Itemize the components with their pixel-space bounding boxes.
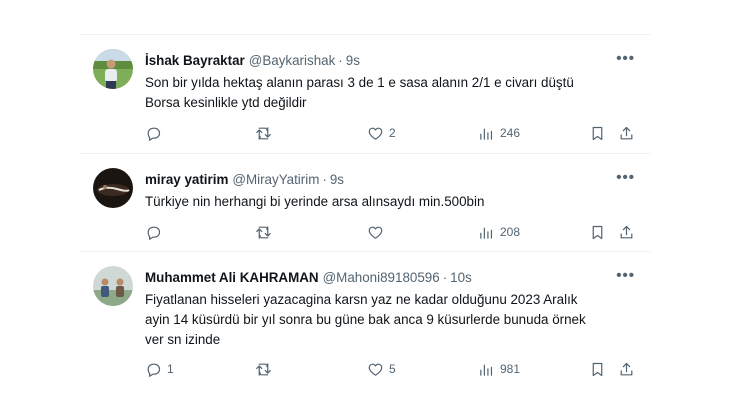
tweet-text-line: Türkiye nin herhangi bi yerinde arsa alı… — [145, 194, 485, 209]
bookmark-icon — [592, 126, 603, 140]
tweet-actions: 1 5 981 — [145, 359, 639, 379]
like-icon — [368, 363, 383, 376]
tweet-text: Fiyatlanan hisseleri yazacagina karsn ya… — [145, 290, 639, 350]
separator-dot: · — [322, 172, 327, 187]
tweet-text-line: ver sn izinde — [145, 332, 221, 347]
bookmark-button[interactable] — [589, 123, 606, 143]
tweet-text: Son bir yılda hektaş alanın parası 3 de … — [145, 73, 639, 113]
share-button[interactable] — [618, 123, 635, 143]
more-icon[interactable]: ••• — [616, 169, 635, 186]
reply-icon — [147, 363, 161, 377]
views-button[interactable]: 208 — [478, 222, 520, 242]
author-handle[interactable]: @Mahoni89180596 — [323, 269, 440, 287]
avatar[interactable] — [93, 168, 133, 208]
tweet[interactable]: İshak Bayraktar @Baykarishak · 9s ••• So… — [80, 34, 651, 154]
bookmark-icon — [592, 225, 603, 239]
views-icon — [480, 364, 493, 376]
separator-dot: · — [338, 53, 343, 68]
tweet-actions: 2 246 — [145, 123, 639, 143]
avatar[interactable] — [93, 266, 133, 306]
reply-icon — [147, 226, 161, 240]
author-name[interactable]: Muhammet Ali KAHRAMAN — [145, 269, 319, 287]
tweet[interactable]: Muhammet Ali KAHRAMAN @Mahoni89180596 · … — [80, 252, 651, 390]
retweet-button[interactable] — [255, 359, 277, 379]
retweet-button[interactable] — [255, 123, 277, 143]
view-count: 208 — [500, 225, 521, 239]
more-icon[interactable]: ••• — [616, 267, 635, 284]
like-button[interactable] — [367, 222, 389, 242]
bookmark-button[interactable] — [589, 222, 606, 242]
tweet-text-line: Fiyatlanan hisseleri yazacagina karsn ya… — [145, 292, 578, 307]
retweet-icon — [256, 225, 271, 239]
tweet-feed: İshak Bayraktar @Baykarishak · 9s ••• So… — [80, 34, 651, 390]
like-button[interactable]: 5 — [367, 359, 396, 379]
author-handle[interactable]: @MirayYatirim — [232, 171, 319, 189]
bookmark-button[interactable] — [589, 359, 606, 379]
share-button[interactable] — [618, 222, 635, 242]
author-name[interactable]: miray yatirim — [145, 171, 228, 189]
more-icon[interactable]: ••• — [616, 50, 635, 67]
tweet-text-line: Son bir yılda hektaş alanın parası 3 de … — [145, 75, 574, 90]
like-button[interactable]: 2 — [367, 123, 396, 143]
like-icon — [368, 226, 383, 239]
tweet-text-line: Borsa kesinlikle ytd değildir — [145, 95, 307, 110]
author-handle[interactable]: @Baykarishak — [249, 52, 336, 70]
views-icon — [480, 128, 493, 140]
like-count: 5 — [389, 362, 396, 376]
tweet-header: Muhammet Ali KAHRAMAN @Mahoni89180596 · … — [145, 269, 639, 287]
retweet-button[interactable] — [255, 222, 277, 242]
view-count: 246 — [500, 126, 521, 140]
reply-button[interactable] — [145, 222, 167, 242]
author-name[interactable]: İshak Bayraktar — [145, 52, 245, 70]
share-button[interactable] — [618, 359, 635, 379]
reply-button[interactable] — [145, 123, 167, 143]
like-icon — [368, 127, 383, 140]
views-button[interactable]: 981 — [478, 359, 520, 379]
share-icon — [620, 362, 633, 375]
tweet-header: İshak Bayraktar @Baykarishak · 9s — [145, 52, 639, 70]
like-count: 2 — [389, 126, 396, 140]
view-count: 981 — [500, 362, 521, 376]
reply-icon — [147, 127, 161, 141]
separator-dot: · — [442, 270, 448, 285]
retweet-icon — [256, 126, 271, 140]
share-icon — [620, 126, 633, 139]
reply-count: 1 — [167, 362, 174, 376]
timestamp[interactable]: 10s — [450, 269, 472, 287]
tweet[interactable]: miray yatirim @MirayYatirim · 9s ••• Tür… — [80, 154, 651, 252]
tweet-actions: 208 — [145, 222, 639, 242]
bookmark-icon — [592, 362, 603, 376]
avatar[interactable] — [93, 49, 133, 89]
reply-button[interactable]: 1 — [145, 359, 174, 379]
tweet-text: Türkiye nin herhangi bi yerinde arsa alı… — [145, 192, 639, 212]
tweet-text-line: ayin 14 küsürdü bir yıl sonra bu güne ba… — [145, 312, 586, 327]
timestamp[interactable]: 9s — [346, 52, 360, 70]
timestamp[interactable]: 9s — [330, 171, 344, 189]
retweet-icon — [256, 362, 271, 376]
share-icon — [620, 225, 633, 238]
tweet-header: miray yatirim @MirayYatirim · 9s — [145, 171, 639, 189]
views-button[interactable]: 246 — [478, 123, 520, 143]
views-icon — [480, 227, 493, 239]
